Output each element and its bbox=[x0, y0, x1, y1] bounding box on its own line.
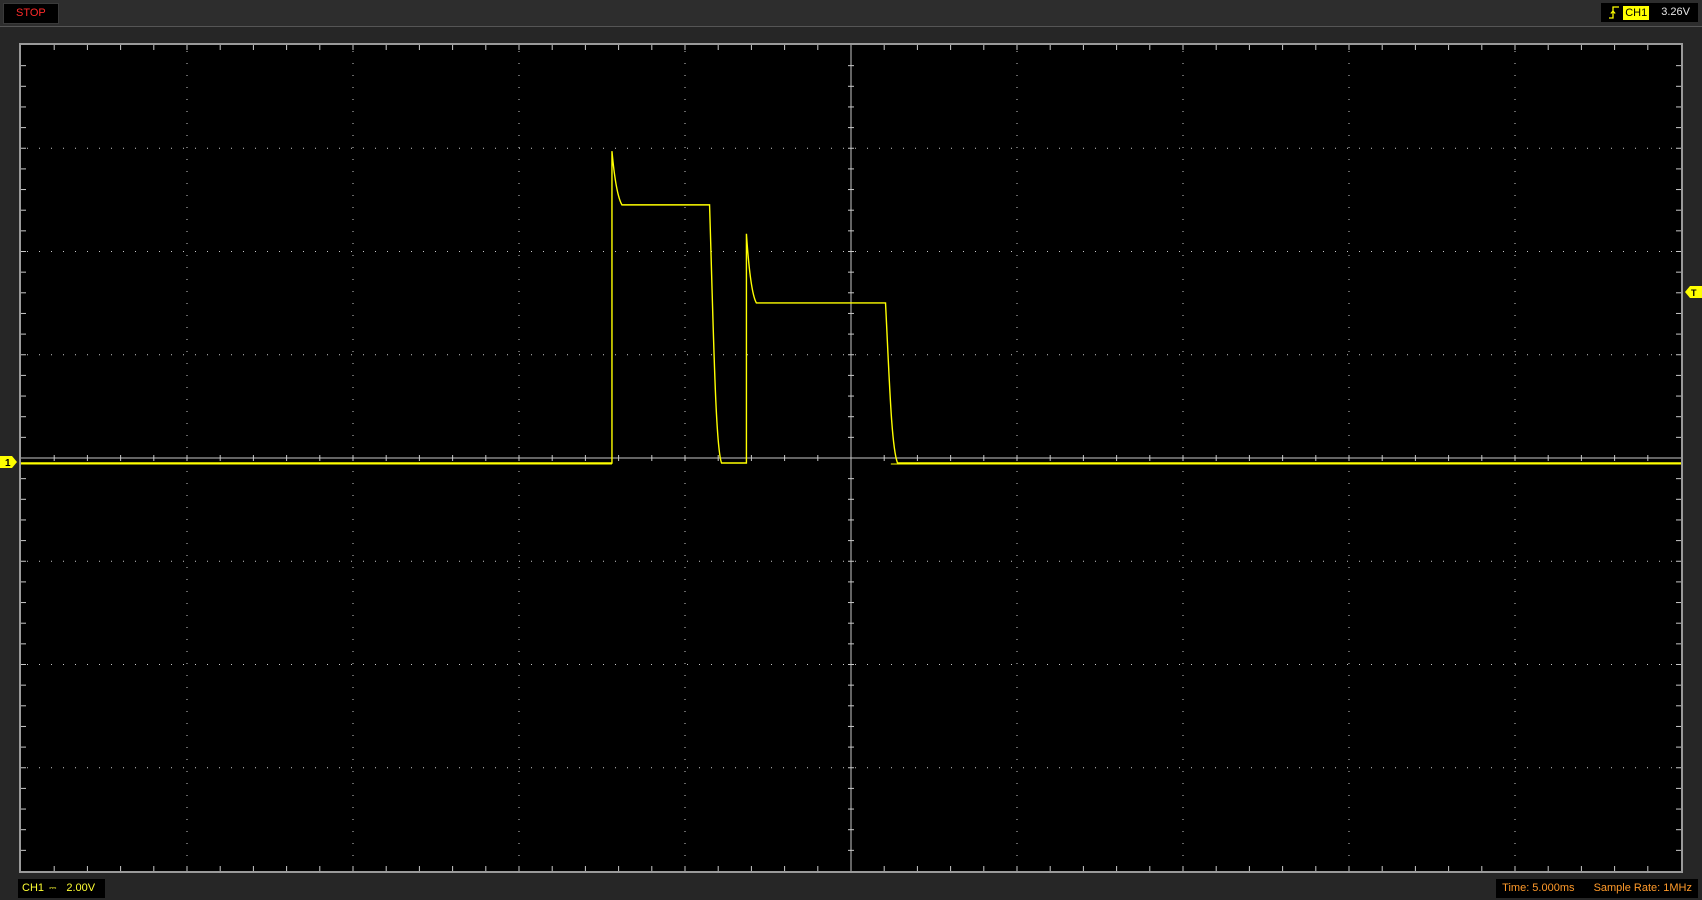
ch1-marker-label: 1 bbox=[5, 458, 11, 469]
bottom-status-bar: CH1 ⎓ 2.00V Time: 5.000ms Sample Rate: 1… bbox=[0, 876, 1702, 900]
oscilloscope-app: STOP CH1 3.26V 1 T CH1 ⎓ 2.00V Time: 5.0… bbox=[0, 0, 1702, 900]
ch1-label: CH1 bbox=[22, 882, 45, 894]
dc-coupling-icon: ⎓ bbox=[49, 883, 56, 893]
waveform-display[interactable]: 1 T bbox=[0, 0, 1702, 876]
ch1-ground-marker[interactable]: 1 bbox=[0, 456, 17, 469]
trigger-marker-label: T bbox=[1691, 288, 1697, 298]
time-per-div: Time: 5.000ms bbox=[1502, 882, 1575, 894]
timebase-readout[interactable]: Time: 5.000ms Sample Rate: 1MHz bbox=[1496, 879, 1698, 898]
ch1-volts-per-div: 2.00V bbox=[66, 882, 96, 894]
trigger-level-marker[interactable]: T bbox=[1685, 286, 1702, 298]
ch1-scale-readout[interactable]: CH1 ⎓ 2.00V bbox=[18, 879, 106, 898]
sample-rate: Sample Rate: 1MHz bbox=[1593, 882, 1692, 894]
